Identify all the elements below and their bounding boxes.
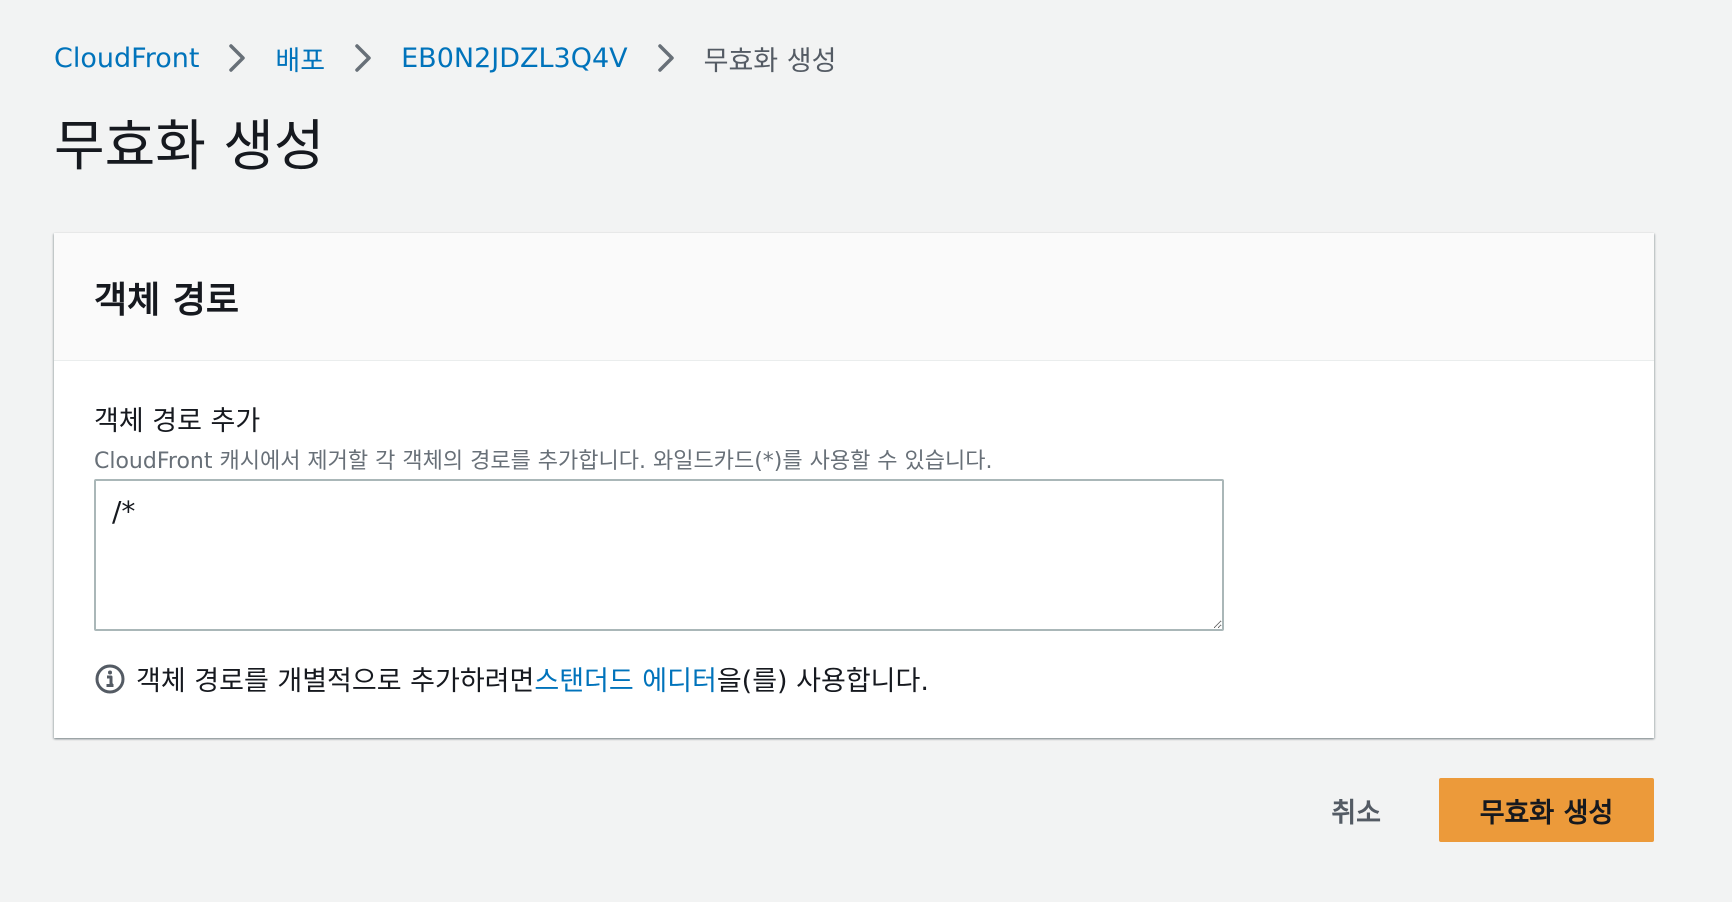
hint-suffix: 을(를) 사용합니다. — [716, 666, 929, 697]
info-hint: 객체 경로를 개별적으로 추가하려면 스탠더드 에디터 을(를) 사용합니다. — [94, 659, 929, 698]
breadcrumb: CloudFront 배포 EB0N2JDZL3Q4V 무효화 생성 — [54, 38, 836, 78]
panel-header: 객체 경로 — [54, 233, 1654, 361]
chevron-right-icon — [343, 38, 383, 78]
hint-prefix: 객체 경로를 개별적으로 추가하려면 — [136, 666, 535, 697]
panel-title: 객체 경로 — [94, 279, 240, 321]
breadcrumb-cloudfront[interactable]: CloudFront — [54, 43, 199, 74]
standard-editor-link[interactable]: 스탠더드 에디터 — [534, 659, 716, 698]
breadcrumb-distribution-id[interactable]: EB0N2JDZL3Q4V — [401, 43, 628, 74]
field-description: CloudFront 캐시에서 제거할 각 객체의 경로를 추가합니다. 와일드… — [94, 449, 993, 474]
field-label: 객체 경로 추가 — [94, 406, 261, 437]
chevron-right-icon — [217, 38, 257, 78]
object-paths-textarea[interactable]: /* — [94, 479, 1224, 631]
form-actions: 취소 무효화 생성 — [1311, 778, 1654, 842]
object-paths-panel: 객체 경로 객체 경로 추가 CloudFront 캐시에서 제거할 각 객체의… — [54, 233, 1654, 738]
chevron-right-icon — [646, 38, 686, 78]
info-icon — [94, 663, 126, 695]
cancel-button[interactable]: 취소 — [1311, 778, 1401, 842]
page-title: 무효화 생성 — [54, 114, 325, 178]
breadcrumb-distributions[interactable]: 배포 — [275, 39, 325, 78]
create-invalidation-button[interactable]: 무효화 생성 — [1439, 778, 1654, 842]
breadcrumb-current: 무효화 생성 — [703, 45, 837, 77]
